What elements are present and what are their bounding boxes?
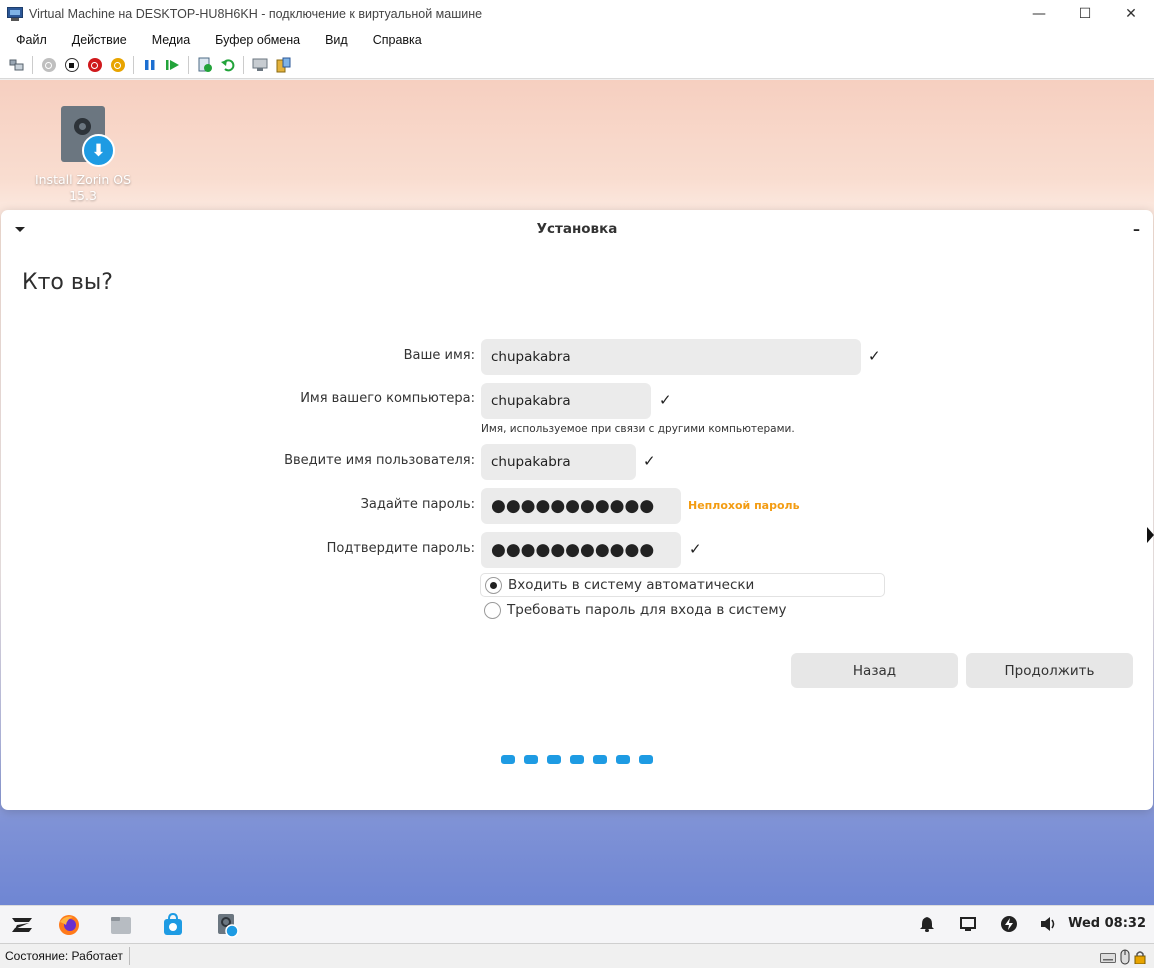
window-menu-arrow-icon[interactable] <box>15 227 25 232</box>
guest-taskbar: Wed 08:32 <box>0 905 1154 945</box>
zorin-menu-icon[interactable] <box>7 911 37 939</box>
toolbar <box>0 52 1154 79</box>
files-icon[interactable] <box>106 911 136 939</box>
name-label: Ваше имя: <box>403 348 475 363</box>
login-auto-label: Входить в систему автоматически <box>508 577 755 593</box>
keyboard-icon <box>1100 949 1116 968</box>
name-field[interactable]: chupakabra <box>481 339 861 375</box>
username-valid-check-icon: ✓ <box>643 452 656 470</box>
lock-icon <box>1134 949 1146 968</box>
page-title: Кто вы? <box>22 270 113 295</box>
notifications-bell-icon[interactable] <box>916 913 938 935</box>
username-label: Введите имя пользователя: <box>284 453 475 468</box>
vm-connection-icon <box>7 7 23 21</box>
progress-step <box>524 755 538 764</box>
password-field[interactable]: ●●●●●●●●●●● <box>481 488 681 524</box>
menu-clipboard[interactable]: Буфер обмена <box>215 33 300 47</box>
revert-icon[interactable] <box>219 56 237 74</box>
radio-unselected-icon[interactable] <box>484 601 501 619</box>
menu-action[interactable]: Действие <box>72 33 127 47</box>
computer-name-hint: Имя, используемое при связи с другими ко… <box>481 423 795 435</box>
continue-button[interactable]: Продолжить <box>966 653 1133 688</box>
install-progress <box>501 755 662 764</box>
password-strength-label: Неплохой пароль <box>688 499 800 512</box>
install-zorin-desktop-icon[interactable]: ⬇ Install Zorin OS 15.3 <box>33 106 133 204</box>
back-button[interactable]: Назад <box>791 653 958 688</box>
computer-name-valid-check-icon: ✓ <box>659 391 672 409</box>
progress-step <box>616 755 630 764</box>
window-title: Virtual Machine на DESKTOP-HU8H6KH - под… <box>29 7 483 21</box>
confirm-password-label: Подтвердите пароль: <box>326 541 475 556</box>
progress-step <box>501 755 515 764</box>
pause-icon[interactable] <box>141 56 159 74</box>
mouse-cursor-icon <box>1147 527 1154 543</box>
computer-name-field[interactable]: chupakabra <box>481 383 651 419</box>
username-field[interactable]: chupakabra <box>481 444 636 480</box>
name-valid-check-icon: ✓ <box>868 347 881 365</box>
progress-step <box>570 755 584 764</box>
desktop-icon-label: Install Zorin OS <box>34 172 132 187</box>
radio-selected-icon[interactable] <box>485 576 502 594</box>
checkpoint-icon[interactable] <box>196 56 214 74</box>
installer-header: Установка – <box>1 210 1153 247</box>
login-require-password-label: Требовать пароль для входа в систему <box>507 602 787 618</box>
computer-name-label: Имя вашего компьютера: <box>300 391 475 406</box>
installer-minimize-button[interactable]: – <box>1133 222 1140 238</box>
password-label: Задайте пароль: <box>360 497 475 512</box>
display-icon[interactable] <box>957 913 979 935</box>
progress-step <box>593 755 607 764</box>
software-store-icon[interactable] <box>158 911 188 939</box>
volume-icon[interactable] <box>1038 913 1060 935</box>
installer-window: Установка – Кто вы? Ваше имя: chupakabra… <box>1 210 1153 810</box>
installer-taskbar-icon[interactable] <box>210 911 244 945</box>
close-button[interactable]: ✕ <box>1108 0 1154 28</box>
menu-bar: Файл Действие Медиа Буфер обмена Вид Спр… <box>0 28 1154 52</box>
turn-off-icon[interactable] <box>63 56 81 74</box>
firefox-icon[interactable] <box>54 911 84 939</box>
share-icon[interactable] <box>274 56 292 74</box>
ctrl-alt-del-icon[interactable] <box>8 56 26 74</box>
login-require-password-option[interactable]: Требовать пароль для входа в систему <box>480 598 787 622</box>
vm-status-text: Состояние: Работает <box>0 947 130 965</box>
confirm-password-valid-check-icon: ✓ <box>689 540 702 558</box>
title-bar: Virtual Machine на DESKTOP-HU8H6KH - под… <box>0 0 1154 28</box>
installer-title: Установка <box>536 220 618 237</box>
menu-view[interactable]: Вид <box>325 33 348 47</box>
mouse-icon <box>1120 949 1130 968</box>
start-icon[interactable] <box>40 56 58 74</box>
confirm-password-field[interactable]: ●●●●●●●●●●● <box>481 532 681 568</box>
enhanced-session-icon[interactable] <box>251 56 269 74</box>
save-state-icon[interactable] <box>109 56 127 74</box>
desktop-icon-label-version: 15.3 <box>69 188 97 203</box>
menu-help[interactable]: Справка <box>373 33 422 47</box>
minimize-button[interactable]: — <box>1016 0 1062 28</box>
maximize-button[interactable]: ☐ <box>1062 0 1108 28</box>
login-auto-option[interactable]: Входить в систему автоматически <box>480 573 885 597</box>
progress-step <box>639 755 653 764</box>
shutdown-icon[interactable] <box>86 56 104 74</box>
install-disk-icon: ⬇ <box>61 106 115 167</box>
clock[interactable]: Wed 08:32 <box>1068 916 1146 931</box>
menu-file[interactable]: Файл <box>16 33 47 47</box>
power-bolt-icon[interactable] <box>998 913 1020 935</box>
status-bar: Состояние: Работает <box>0 943 1154 968</box>
progress-step <box>547 755 561 764</box>
menu-media[interactable]: Медиа <box>152 33 190 47</box>
resume-icon[interactable] <box>164 56 182 74</box>
